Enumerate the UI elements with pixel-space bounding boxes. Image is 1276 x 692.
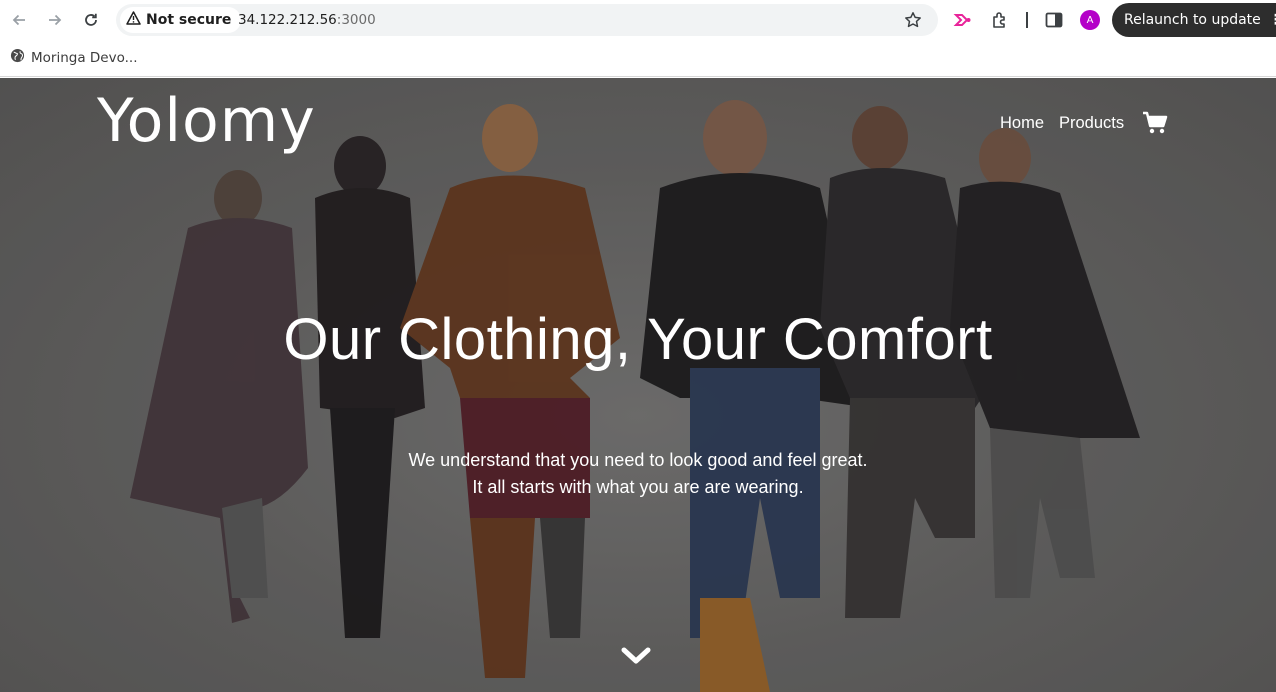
- hero-section: Yolomy Home Products Our Clothing, Your …: [0, 78, 1276, 692]
- hero-tagline-line2: It all starts with what you are are wear…: [472, 477, 804, 497]
- chevron-down-icon[interactable]: [621, 646, 651, 671]
- url-text[interactable]: 34.122.212.56:3000: [238, 12, 376, 28]
- star-icon[interactable]: [904, 11, 922, 34]
- arrow-extension-icon[interactable]: [952, 9, 974, 31]
- hero-tagline-line1: We understand that you need to look good…: [408, 450, 868, 470]
- puzzle-icon[interactable]: [989, 9, 1011, 31]
- hero-overlay: [0, 78, 1276, 692]
- nav-products-link[interactable]: Products: [1059, 114, 1124, 133]
- relaunch-button[interactable]: Relaunch to update ⋮: [1112, 3, 1276, 37]
- bookmark-item[interactable]: Moringa Devo...: [10, 48, 137, 67]
- browser-toolbar: Not secure 34.122.212.56:3000 A Relaunch…: [0, 0, 1276, 40]
- side-panel-icon[interactable]: [1043, 9, 1065, 31]
- globe-icon: [10, 48, 25, 67]
- back-icon[interactable]: [8, 9, 30, 31]
- toolbar-divider: [1026, 12, 1028, 28]
- bookmarks-bar: Moringa Devo...: [0, 40, 1276, 77]
- hero-headline: Our Clothing, Your Comfort: [283, 307, 993, 372]
- more-menu-icon[interactable]: ⋮: [1269, 12, 1276, 28]
- url-host: 34.122.212.56: [238, 12, 337, 28]
- url-port: :3000: [336, 12, 376, 28]
- security-label: Not secure: [146, 12, 232, 28]
- nav-home-link[interactable]: Home: [1000, 114, 1044, 133]
- address-bar[interactable]: Not secure 34.122.212.56:3000: [116, 4, 938, 36]
- security-chip[interactable]: Not secure: [120, 7, 242, 33]
- profile-avatar[interactable]: A: [1080, 10, 1100, 30]
- bookmark-label: Moringa Devo...: [31, 49, 138, 66]
- shopping-cart-icon[interactable]: [1142, 111, 1168, 140]
- brand-logo[interactable]: Yolomy: [97, 86, 316, 156]
- warning-triangle-icon: [126, 11, 141, 29]
- reload-icon[interactable]: [80, 9, 102, 31]
- forward-icon[interactable]: [44, 9, 66, 31]
- relaunch-label: Relaunch to update: [1124, 12, 1261, 28]
